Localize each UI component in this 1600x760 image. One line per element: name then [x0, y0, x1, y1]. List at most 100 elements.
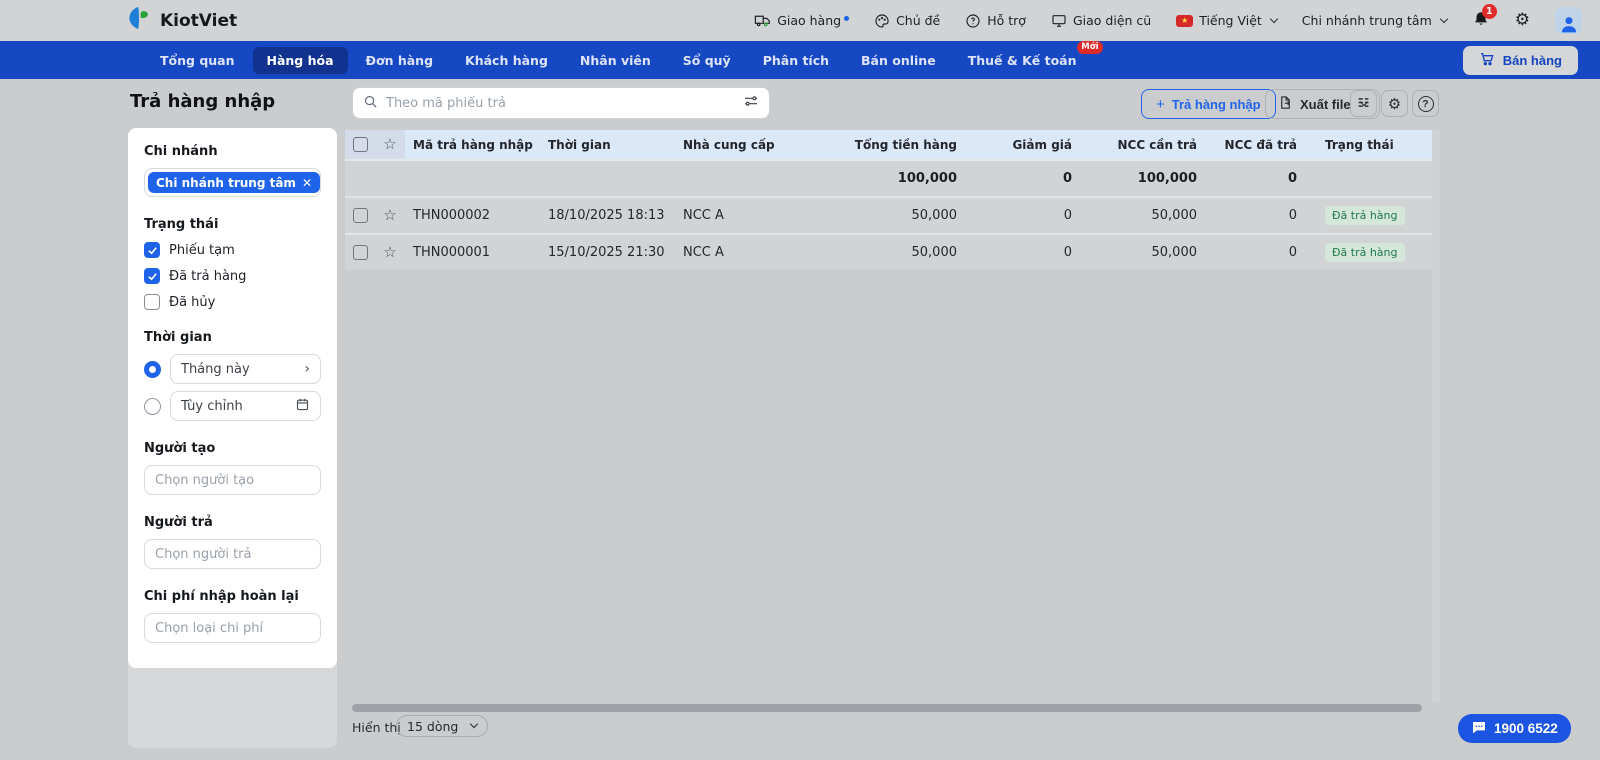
kiotviet-logo[interactable]: KiotViet: [128, 6, 237, 35]
cart-icon: [1479, 51, 1495, 70]
nav-nhan-vien[interactable]: Nhân viên: [566, 47, 665, 74]
summary-ncc-due: 100,000: [1137, 171, 1197, 186]
filter-sidebar: Chi nhánh Chi nhánh trung tâm ✕ Trạng th…: [128, 128, 337, 748]
checkbox-checked-icon[interactable]: [144, 242, 160, 258]
status-option-da-tra-hang[interactable]: Đã trả hàng: [144, 268, 321, 284]
radio-selected-icon[interactable]: [144, 360, 161, 378]
support-chat-icon: [965, 13, 981, 29]
row-ncc-paid: 0: [1288, 245, 1297, 260]
column-settings-button[interactable]: [1350, 90, 1377, 117]
help-button[interactable]: ?: [1412, 90, 1439, 117]
status-option-label: Đã trả hàng: [169, 268, 247, 284]
summary-total: 100,000: [897, 171, 957, 186]
creator-filter-input[interactable]: [144, 465, 321, 495]
page-size-select[interactable]: 15 dòng: [396, 715, 489, 737]
topbar: KiotViet Giao hàng Chủ đề Hỗ trợ Giao di…: [0, 0, 1600, 41]
support-label: Hỗ trợ: [987, 13, 1026, 28]
returner-filter-input[interactable]: [144, 539, 321, 569]
chat-bubble-icon: [1471, 719, 1487, 738]
row-checkbox[interactable]: [352, 208, 368, 223]
nav-khach-hang[interactable]: Khách hàng: [451, 47, 562, 74]
nav-phan-tich[interactable]: Phân tích: [749, 47, 843, 74]
nav-thue-ke-toan[interactable]: Thuế & Kế toán Mới: [954, 40, 1103, 74]
page-title: Trả hàng nhập: [130, 91, 276, 112]
display-label: Hiển thị: [352, 720, 401, 735]
nav-so-quy[interactable]: Sổ quỹ: [669, 47, 745, 74]
row-total: 50,000: [911, 245, 958, 260]
nav-hang-hoa[interactable]: Hàng hóa: [252, 46, 348, 74]
export-file-label: Xuất file: [1300, 96, 1351, 112]
settings-gear-icon[interactable]: ⚙: [1515, 12, 1530, 29]
col-total: Tổng tiền hàng: [854, 137, 957, 152]
time-preset-value: Tháng này: [181, 361, 250, 377]
branch-filter-label: Chi nhánh: [144, 144, 218, 159]
theme-menu[interactable]: Chủ đề: [874, 13, 940, 29]
time-custom-select[interactable]: Tùy chỉnh: [170, 391, 321, 421]
sell-button[interactable]: Bán hàng: [1462, 45, 1578, 75]
page-size-value: 15 dòng: [407, 718, 459, 734]
sell-button-label: Bán hàng: [1502, 52, 1562, 68]
notification-count-badge: 1: [1481, 4, 1497, 19]
delivery-notification-dot: [844, 16, 850, 21]
cost-filter-input[interactable]: [144, 613, 321, 643]
notifications-button[interactable]: 1: [1472, 4, 1497, 31]
status-badge: Đã trả hàng: [1325, 206, 1405, 225]
search-input[interactable]: [386, 95, 735, 111]
user-avatar[interactable]: [1555, 7, 1582, 34]
nav-tong-quan[interactable]: Tổng quan: [146, 47, 249, 74]
kiotviet-logo-icon: [128, 6, 152, 35]
star-icon[interactable]: ☆: [383, 245, 396, 260]
checkbox-unchecked-icon[interactable]: [144, 294, 160, 310]
hotline-button[interactable]: 1900 6522: [1458, 714, 1571, 743]
col-supplier: Nhà cung cấp: [683, 137, 775, 152]
palette-icon: [874, 13, 890, 29]
nav-don-hang[interactable]: Đơn hàng: [352, 47, 448, 74]
old-ui-label: Giao diện cũ: [1072, 13, 1152, 28]
old-ui-menu[interactable]: Giao diện cũ: [1051, 13, 1151, 29]
new-return-label: Trả hàng nhập: [1171, 96, 1261, 112]
row-checkbox[interactable]: [352, 245, 368, 260]
language-selector[interactable]: ★ Tiếng Việt: [1176, 13, 1279, 28]
delivery-label: Giao hàng: [777, 13, 842, 28]
brand-name: KiotViet: [160, 10, 238, 31]
filter-sliders-icon[interactable]: [743, 93, 759, 113]
delivery-menu[interactable]: Giao hàng: [754, 12, 850, 29]
time-preset-select[interactable]: Tháng này ›: [170, 354, 321, 384]
vertical-scrollbar[interactable]: [1432, 130, 1440, 702]
row-ncc-due: 50,000: [1151, 245, 1198, 260]
filter-card: Chi nhánh Chi nhánh trung tâm ✕ Trạng th…: [128, 128, 337, 668]
star-icon[interactable]: ☆: [383, 137, 396, 152]
chevron-down-icon: [1439, 14, 1448, 24]
table-settings-button[interactable]: ⚙: [1381, 90, 1408, 117]
checkbox-checked-icon[interactable]: [144, 268, 160, 284]
hotline-number: 1900 6522: [1494, 721, 1558, 736]
nav-ban-online[interactable]: Bán online: [847, 47, 950, 74]
status-option-label: Đã hủy: [169, 294, 216, 310]
truck-icon: [754, 12, 771, 29]
branch-selector[interactable]: Chi nhánh trung tâm: [1302, 13, 1448, 28]
table-row[interactable]: ☆ THN000001 15/10/2025 21:30 NCC A 50,00…: [345, 233, 1432, 270]
branch-filter-input[interactable]: Chi nhánh trung tâm ✕: [144, 168, 321, 197]
branch-chip: Chi nhánh trung tâm ✕: [148, 172, 320, 193]
row-total: 50,000: [911, 208, 958, 223]
row-supplier: NCC A: [683, 245, 724, 260]
select-all-checkbox[interactable]: [352, 137, 368, 152]
row-time: 18/10/2025 18:13: [548, 208, 665, 223]
col-status: Trạng thái: [1325, 137, 1394, 152]
chip-close-icon[interactable]: ✕: [302, 177, 312, 189]
support-menu[interactable]: Hỗ trợ: [965, 13, 1026, 29]
row-ncc-due: 50,000: [1151, 208, 1198, 223]
status-option-phieu-tam[interactable]: Phiếu tạm: [144, 242, 321, 258]
col-discount: Giảm giá: [1012, 137, 1072, 152]
star-icon[interactable]: ☆: [383, 208, 396, 223]
status-option-da-huy[interactable]: Đã hủy: [144, 294, 321, 310]
radio-unselected-icon[interactable]: [144, 397, 161, 415]
col-time: Thời gian: [548, 137, 611, 152]
horizontal-scrollbar[interactable]: [352, 704, 1422, 712]
person-icon: [1561, 17, 1576, 33]
new-return-button[interactable]: + Trả hàng nhập: [1141, 89, 1276, 119]
table-row[interactable]: ☆ THN000002 18/10/2025 18:13 NCC A 50,00…: [345, 196, 1432, 233]
col-code: Mã trả hàng nhập: [413, 137, 533, 152]
col-ncc-paid: NCC đã trả: [1224, 137, 1297, 152]
row-discount: 0: [1063, 208, 1072, 223]
